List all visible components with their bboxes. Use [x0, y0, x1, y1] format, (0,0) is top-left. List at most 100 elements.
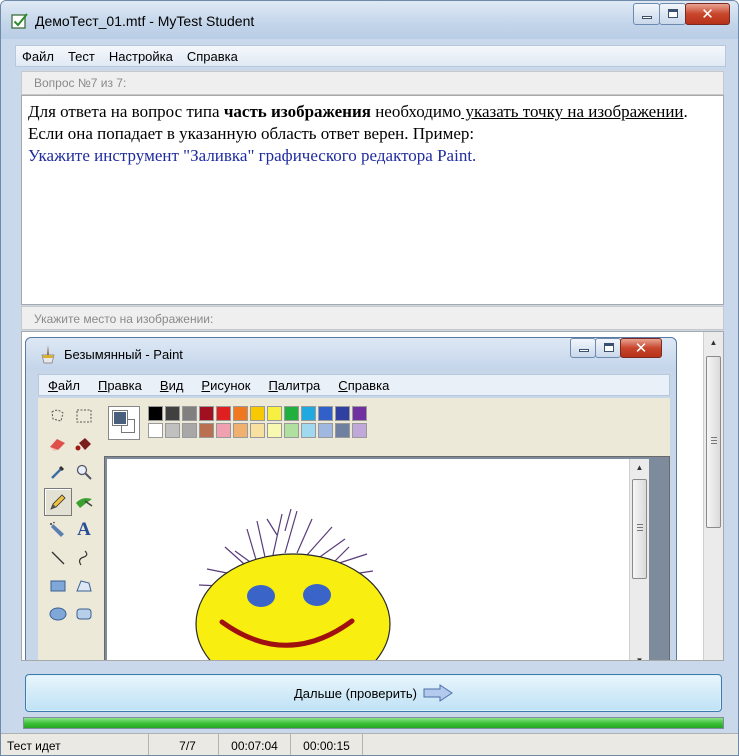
- grip-line: [637, 524, 643, 525]
- answer-image-viewport[interactable]: Безымянный - Paint ✕ Файл Правка Вид Рис…: [21, 331, 724, 661]
- color-swatch[interactable]: [352, 423, 367, 438]
- color-swatch[interactable]: [233, 423, 248, 438]
- color-swatches: [148, 406, 402, 439]
- image-header: Укажите место на изображении:: [21, 306, 724, 330]
- close-button[interactable]: ✕: [685, 3, 730, 25]
- color-swatch[interactable]: [250, 406, 265, 421]
- paint-menu-help[interactable]: Справка: [338, 378, 389, 393]
- color-swatch[interactable]: [335, 406, 350, 421]
- line-icon[interactable]: [46, 546, 70, 570]
- paint-menu-edit[interactable]: Правка: [98, 378, 142, 393]
- image-scroll-thumb[interactable]: [706, 356, 721, 528]
- menu-rest: ид: [168, 377, 184, 393]
- caption-buttons: ✕: [633, 3, 730, 25]
- color-swatch[interactable]: [216, 406, 231, 421]
- pencil-icon[interactable]: [44, 488, 72, 516]
- app-checkbox-icon: [11, 13, 28, 29]
- color-swatch[interactable]: [165, 423, 180, 438]
- color-swatch[interactable]: [335, 423, 350, 438]
- free-select-icon[interactable]: [46, 404, 70, 428]
- foreground-color-swatch: [112, 410, 128, 426]
- current-colors[interactable]: [108, 406, 140, 440]
- curve-icon[interactable]: [72, 546, 96, 570]
- drawing-canvas[interactable]: ▲ ▼: [107, 459, 649, 660]
- color-swatch[interactable]: [352, 406, 367, 421]
- rectangle-icon[interactable]: [46, 574, 70, 598]
- grip-line: [711, 443, 717, 444]
- progress-bar: [23, 717, 724, 729]
- color-swatch[interactable]: [182, 423, 197, 438]
- menu-test[interactable]: Тест: [68, 49, 95, 64]
- color-swatch[interactable]: [148, 423, 163, 438]
- menu-accel: П: [97, 377, 108, 393]
- rounded-rect-icon[interactable]: [72, 602, 96, 626]
- color-swatch[interactable]: [165, 406, 180, 421]
- menu-accel: В: [159, 377, 169, 393]
- scroll-down-icon[interactable]: ▼: [630, 652, 649, 660]
- close-icon: ✕: [701, 6, 714, 23]
- menu-help[interactable]: Справка: [187, 49, 238, 64]
- status-state: Тест идет: [1, 734, 149, 755]
- status-elapsed-time: 00:07:04: [219, 734, 291, 755]
- paint-close-button[interactable]: ✕: [620, 338, 662, 358]
- question-header: Вопрос №7 из 7:: [21, 71, 724, 95]
- status-question-position: 7/7: [149, 734, 219, 755]
- canvas-scrollbar[interactable]: ▲ ▼: [629, 459, 649, 660]
- color-swatch[interactable]: [301, 406, 316, 421]
- color-swatch[interactable]: [148, 406, 163, 421]
- menu-file[interactable]: Файл: [22, 49, 54, 64]
- paint-title-bar[interactable]: Безымянный - Paint ✕: [26, 338, 676, 370]
- menu-rest: исунок: [210, 377, 251, 393]
- ellipse-icon[interactable]: [46, 602, 70, 626]
- grip-line: [711, 440, 717, 441]
- menu-accel: Р: [201, 377, 211, 393]
- color-swatch[interactable]: [199, 406, 214, 421]
- polygon-icon[interactable]: [72, 574, 96, 598]
- paint-caption-buttons: ✕: [570, 338, 662, 358]
- color-swatch[interactable]: [267, 423, 282, 438]
- brush-icon[interactable]: [72, 490, 96, 514]
- next-check-button[interactable]: Дальше (проверить): [25, 674, 722, 712]
- smiley-drawing: [195, 508, 391, 660]
- color-swatch[interactable]: [250, 423, 265, 438]
- menu-accel: П: [268, 377, 278, 393]
- menu-settings[interactable]: Настройка: [109, 49, 173, 64]
- eraser-icon[interactable]: [46, 432, 70, 456]
- paint-menu-image[interactable]: Рисунок: [201, 378, 250, 393]
- color-swatch[interactable]: [318, 423, 333, 438]
- maximize-icon: [668, 9, 678, 18]
- image-scrollbar[interactable]: ▲: [703, 332, 723, 660]
- paint-minimize-button[interactable]: [570, 338, 596, 358]
- color-picker-icon[interactable]: [46, 460, 70, 484]
- fill-bucket-icon[interactable]: [72, 432, 96, 456]
- menu-rest: равка: [107, 377, 142, 393]
- airbrush-icon[interactable]: [46, 518, 70, 542]
- color-swatch[interactable]: [284, 423, 299, 438]
- question-text-underlined: указать точку на изображении: [461, 102, 684, 121]
- canvas-frame: ▲ ▼: [104, 456, 670, 660]
- minimize-button[interactable]: [633, 3, 660, 25]
- maximize-button[interactable]: [659, 3, 686, 25]
- magnifier-icon[interactable]: [72, 460, 96, 484]
- rect-select-icon[interactable]: [72, 404, 96, 428]
- color-swatch[interactable]: [216, 423, 231, 438]
- progress-fill: [24, 718, 723, 728]
- scroll-up-icon[interactable]: ▲: [630, 459, 649, 476]
- color-swatch[interactable]: [284, 406, 299, 421]
- color-swatch[interactable]: [182, 406, 197, 421]
- paint-menu-file[interactable]: Файл: [48, 378, 80, 393]
- scroll-up-icon[interactable]: ▲: [704, 334, 723, 351]
- color-swatch[interactable]: [267, 406, 282, 421]
- color-swatch[interactable]: [199, 423, 214, 438]
- text-tool-icon[interactable]: A: [72, 518, 96, 542]
- paint-window-image[interactable]: Безымянный - Paint ✕ Файл Правка Вид Рис…: [25, 337, 677, 660]
- grip-line: [637, 527, 643, 528]
- paint-menu-palette[interactable]: Палитра: [268, 378, 320, 393]
- color-swatch[interactable]: [233, 406, 248, 421]
- color-swatch[interactable]: [318, 406, 333, 421]
- title-bar[interactable]: ДемоТест_01.mtf - MyTest Student ✕: [1, 1, 738, 39]
- paint-menu-view[interactable]: Вид: [160, 378, 184, 393]
- canvas-scroll-thumb[interactable]: [632, 479, 647, 579]
- color-swatch[interactable]: [301, 423, 316, 438]
- paint-maximize-button[interactable]: [595, 338, 621, 358]
